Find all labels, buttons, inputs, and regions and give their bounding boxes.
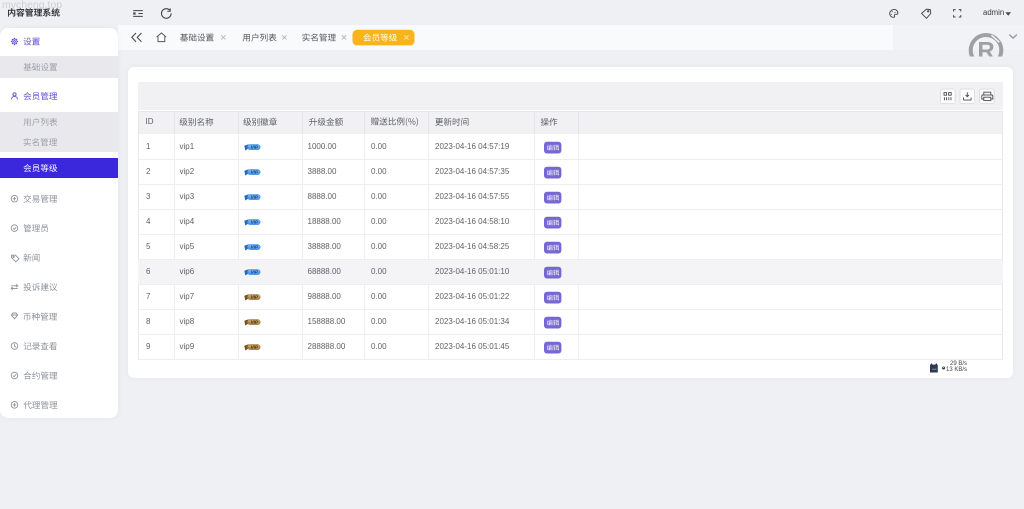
svg-text:R: R [977, 37, 994, 64]
